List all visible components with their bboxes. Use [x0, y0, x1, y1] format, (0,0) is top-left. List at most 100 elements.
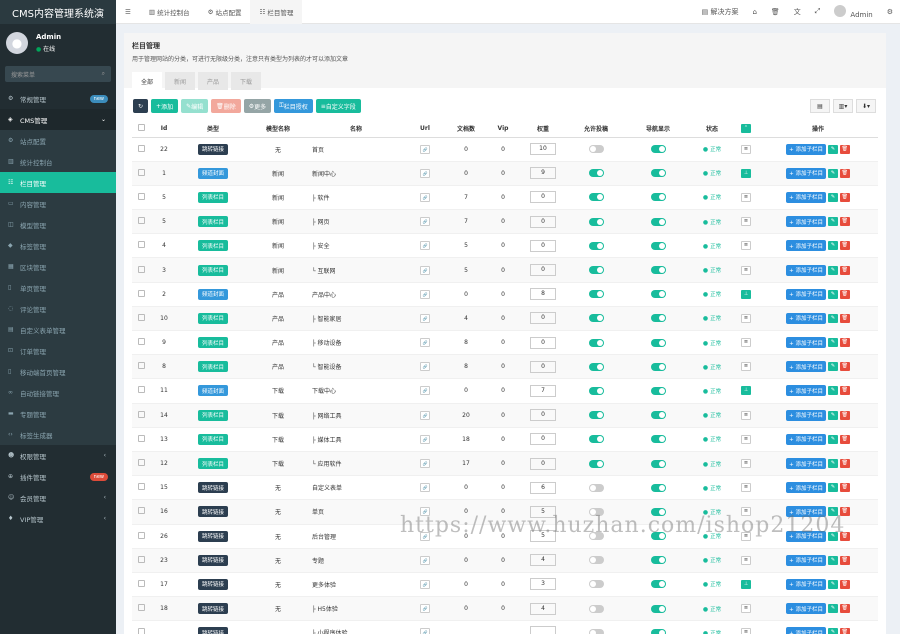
nav-toggle[interactable] [650, 217, 666, 226]
search-input[interactable]: 搜索菜单 ⌕ [5, 66, 111, 82]
sidebar-item-8[interactable]: ▦ 区块管理 [0, 256, 116, 277]
row-url[interactable]: 🔗 [404, 185, 446, 211]
row-checkbox-cell[interactable] [132, 403, 150, 428]
row-url[interactable]: 🔗 [404, 620, 446, 634]
sitemap-icon[interactable]: ⊥ [741, 579, 751, 589]
row-name[interactable]: └ 应用软件 [308, 451, 404, 477]
row-name[interactable]: 首页 [308, 137, 404, 162]
weigh-input[interactable]: 4 [530, 554, 556, 567]
sidebar-item-7[interactable]: ◆ 标签管理 [0, 235, 116, 256]
edit-icon[interactable]: ✎ [827, 289, 838, 299]
row-contribute[interactable] [566, 306, 626, 332]
sitemap-icon[interactable]: ⊥ [741, 168, 751, 178]
edit-icon[interactable]: ✎ [827, 604, 838, 614]
edit-icon[interactable]: ✎ [827, 579, 838, 589]
row-checkbox[interactable] [137, 241, 145, 249]
delete-icon[interactable]: 🗑 [839, 579, 850, 589]
sidebar-item-16[interactable]: ‹› 标签生成器 [0, 424, 116, 445]
row-checkbox[interactable] [137, 386, 145, 394]
row-checkbox-cell[interactable] [132, 209, 150, 235]
row-checkbox-cell[interactable] [132, 475, 150, 501]
row-name[interactable]: 专题 [308, 548, 404, 573]
contribute-toggle[interactable] [588, 604, 604, 613]
row-checkbox[interactable] [137, 483, 145, 491]
link-icon[interactable]: 🔗 [420, 628, 430, 634]
row-name[interactable]: ├ 网页 [308, 209, 404, 235]
nav-toggle[interactable] [650, 290, 666, 299]
add-child-button[interactable]: + 添加子栏目 [786, 312, 826, 324]
row-checkbox-cell[interactable] [132, 572, 150, 598]
row-expand[interactable]: ≡ [734, 330, 758, 356]
home-icon[interactable]: ⌂ [745, 8, 763, 16]
row-checkbox[interactable] [137, 217, 145, 225]
sidebar-item-12[interactable]: ⊡ 订单管理 [0, 340, 116, 361]
weigh-input[interactable]: 0 [530, 191, 556, 204]
row-checkbox[interactable] [137, 313, 145, 321]
contribute-toggle[interactable] [588, 459, 604, 468]
row-nav[interactable] [626, 427, 690, 452]
edit-icon[interactable]: ✎ [827, 313, 838, 323]
row-checkbox-cell[interactable] [132, 161, 150, 186]
row-url[interactable]: 🔗 [404, 548, 446, 573]
settings-icon[interactable]: ⚙ [880, 8, 900, 16]
list-icon[interactable]: ≡ [741, 313, 751, 323]
contribute-toggle[interactable] [588, 435, 604, 444]
contribute-toggle[interactable] [588, 362, 604, 371]
row-checkbox[interactable] [137, 507, 145, 515]
delete-icon[interactable]: 🗑 [839, 459, 850, 469]
toggle-view-icon[interactable]: ▤ [810, 99, 830, 113]
row-name[interactable]: 更多体验 [308, 572, 404, 598]
row-url[interactable]: 🔗 [404, 233, 446, 259]
row-contribute[interactable] [566, 209, 626, 235]
edit-icon[interactable]: ✎ [827, 168, 838, 178]
edit-icon[interactable]: ✎ [827, 434, 838, 444]
link-icon[interactable]: 🔗 [420, 241, 430, 251]
row-name[interactable]: 后台管理 [308, 524, 404, 549]
add-child-button[interactable]: + 添加子栏目 [786, 603, 826, 615]
row-nav[interactable] [626, 137, 690, 162]
contribute-toggle[interactable] [588, 556, 604, 565]
nav-toggle[interactable] [650, 169, 666, 178]
row-contribute[interactable] [566, 572, 626, 598]
row-nav[interactable] [626, 306, 690, 332]
delete-icon[interactable]: 🗑 [839, 241, 850, 251]
row-checkbox[interactable] [137, 362, 145, 370]
add-child-button[interactable]: + 添加子栏目 [786, 433, 826, 445]
list-icon[interactable]: ≡ [741, 338, 751, 348]
add-child-button[interactable]: + 添加子栏目 [786, 482, 826, 494]
link-icon[interactable]: 🔗 [420, 604, 430, 614]
row-nav[interactable] [626, 233, 690, 259]
export-icon[interactable]: ⬇▾ [856, 99, 876, 113]
nav-toggle[interactable] [650, 386, 666, 395]
row-weigh[interactable]: 4 [520, 548, 566, 573]
row-checkbox-cell[interactable] [132, 257, 150, 283]
nav-toggle[interactable] [650, 362, 666, 371]
fullscreen-icon[interactable]: ⤢ [808, 7, 828, 16]
row-contribute[interactable] [566, 427, 626, 452]
sidebar-item-11[interactable]: ▤ 自定义表单管理 [0, 319, 116, 340]
row-checkbox-cell[interactable] [132, 306, 150, 332]
add-child-button[interactable]: + 添加子栏目 [786, 361, 826, 373]
row-contribute[interactable] [566, 185, 626, 211]
contribute-toggle[interactable] [588, 483, 604, 492]
row-contribute[interactable] [566, 257, 626, 283]
row-contribute[interactable] [566, 137, 626, 162]
weigh-input[interactable]: 6 [530, 481, 556, 494]
link-icon[interactable]: 🔗 [420, 338, 430, 348]
row-nav[interactable] [626, 209, 690, 235]
link-icon[interactable]: 🔗 [420, 313, 430, 323]
link-icon[interactable]: 🔗 [420, 217, 430, 227]
row-expand[interactable]: ⊥ [734, 378, 758, 404]
row-checkbox-cell[interactable] [132, 596, 150, 622]
trash-icon[interactable]: 🗑 [764, 8, 787, 16]
sidebar-item-1[interactable]: ◈ CMS管理 ⌄ [0, 109, 116, 130]
link-icon[interactable]: 🔗 [420, 168, 430, 178]
add-child-button[interactable]: + 添加子栏目 [786, 627, 826, 634]
nav-toggle[interactable] [650, 241, 666, 250]
tab-dashboard[interactable]: ▥ 统计控制台 [140, 0, 199, 24]
row-expand[interactable]: ≡ [734, 233, 758, 259]
contribute-toggle[interactable] [588, 386, 604, 395]
weigh-input[interactable]: 7 [530, 384, 556, 397]
row-weigh[interactable]: 0 [520, 427, 566, 452]
row-name[interactable]: └ 互联网 [308, 257, 404, 283]
